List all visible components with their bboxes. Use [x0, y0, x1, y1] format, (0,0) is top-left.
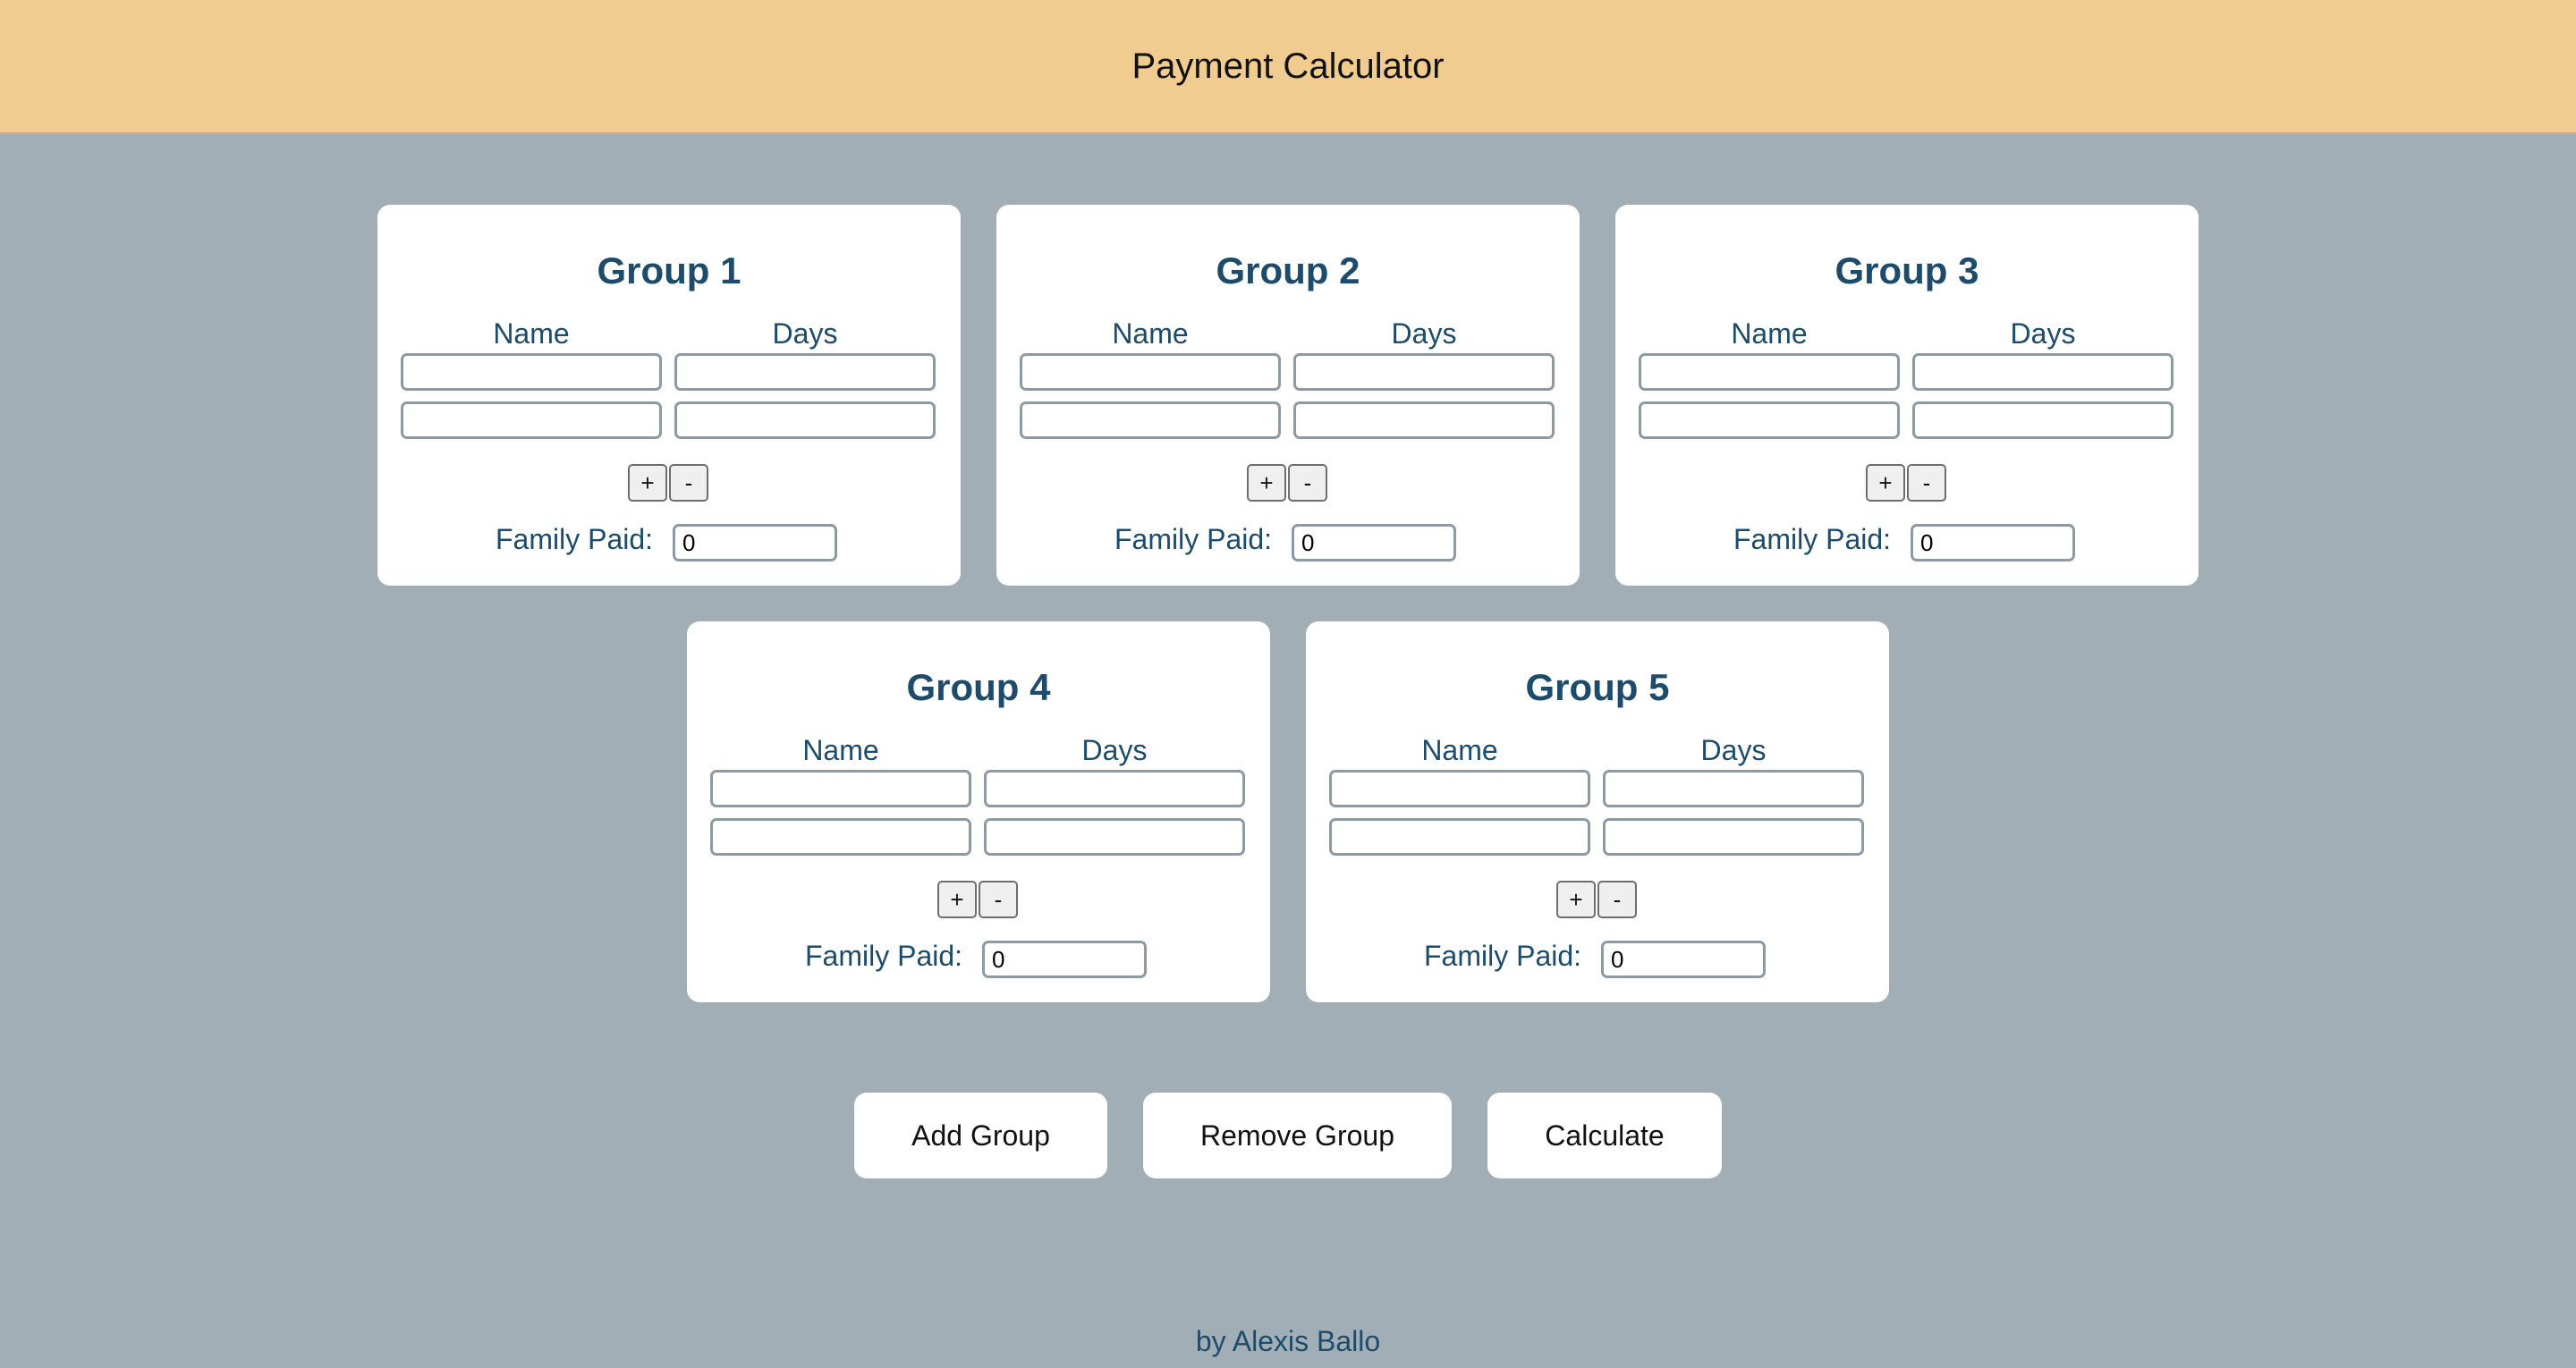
days-input[interactable]: [1293, 401, 1555, 439]
remove-row-button[interactable]: -: [979, 881, 1018, 918]
days-column-label: Days: [772, 317, 838, 350]
name-input[interactable]: [401, 353, 662, 391]
days-input[interactable]: [1293, 353, 1555, 391]
days-input[interactable]: [674, 401, 936, 439]
days-input[interactable]: [674, 353, 936, 391]
group-card-4: Group 4 Name Days + - Family Paid:: [687, 621, 1270, 1002]
remove-group-button[interactable]: Remove Group: [1143, 1093, 1452, 1178]
group-title: Group 5: [1525, 666, 1670, 708]
add-row-button[interactable]: +: [628, 464, 667, 502]
family-paid-input[interactable]: [982, 941, 1147, 978]
remove-row-button[interactable]: -: [1907, 464, 1946, 502]
name-input[interactable]: [1020, 353, 1281, 391]
name-input[interactable]: [1020, 401, 1281, 439]
remove-row-button[interactable]: -: [1288, 464, 1327, 502]
family-paid-input[interactable]: [1292, 524, 1456, 562]
family-paid-input[interactable]: [673, 524, 837, 562]
calculate-button[interactable]: Calculate: [1487, 1093, 1722, 1178]
name-input[interactable]: [1639, 401, 1900, 439]
name-column-label: Name: [1421, 734, 1498, 766]
add-row-button[interactable]: +: [1556, 881, 1596, 918]
group-card-3: Group 3 Name Days + - Family Paid:: [1615, 205, 2199, 586]
app-header: Payment Calculator: [0, 0, 2576, 134]
family-paid-input[interactable]: [1601, 941, 1766, 978]
family-paid-label: Family Paid:: [1114, 523, 1273, 555]
add-group-button[interactable]: Add Group: [854, 1093, 1107, 1178]
days-column-label: Days: [1081, 734, 1148, 766]
days-column-label: Days: [2010, 317, 2076, 350]
days-input[interactable]: [984, 818, 1245, 856]
name-column-label: Name: [1731, 317, 1808, 350]
add-row-button[interactable]: +: [1247, 464, 1286, 502]
name-input[interactable]: [1329, 818, 1590, 856]
name-input[interactable]: [710, 818, 971, 856]
remove-row-button[interactable]: -: [1597, 881, 1637, 918]
days-column-label: Days: [1391, 317, 1457, 350]
group-card-5: Group 5 Name Days + - Family Paid:: [1306, 621, 1889, 1002]
family-paid-label: Family Paid:: [805, 940, 963, 972]
family-paid-label: Family Paid:: [1424, 940, 1582, 972]
days-input[interactable]: [1603, 770, 1864, 807]
name-input[interactable]: [710, 770, 971, 807]
days-input[interactable]: [1912, 353, 2174, 391]
family-paid-label: Family Paid:: [1733, 523, 1892, 555]
group-title: Group 2: [1216, 249, 1360, 291]
group-card-1: Group 1 Name Days + - Family Paid:: [377, 205, 961, 586]
group-card-2: Group 2 Name Days + - Family Paid:: [996, 205, 1580, 586]
family-paid-input[interactable]: [1911, 524, 2075, 562]
page-title: Payment Calculator: [1131, 46, 1445, 86]
add-row-button[interactable]: +: [937, 881, 977, 918]
name-column-label: Name: [802, 734, 879, 766]
days-input[interactable]: [1603, 818, 1864, 856]
family-paid-label: Family Paid:: [496, 523, 654, 555]
remove-row-button[interactable]: -: [669, 464, 708, 502]
days-input[interactable]: [1912, 401, 2174, 439]
name-column-label: Name: [493, 317, 570, 350]
days-input[interactable]: [984, 770, 1245, 807]
name-column-label: Name: [1112, 317, 1189, 350]
group-title: Group 1: [597, 249, 741, 291]
days-column-label: Days: [1700, 734, 1767, 766]
add-row-button[interactable]: +: [1866, 464, 1905, 502]
footer-credit: by Alexis Ballo: [1195, 1325, 1381, 1357]
name-input[interactable]: [1639, 353, 1900, 391]
name-input[interactable]: [1329, 770, 1590, 807]
group-title: Group 3: [1835, 249, 1979, 291]
name-input[interactable]: [401, 401, 662, 439]
group-title: Group 4: [906, 666, 1051, 708]
